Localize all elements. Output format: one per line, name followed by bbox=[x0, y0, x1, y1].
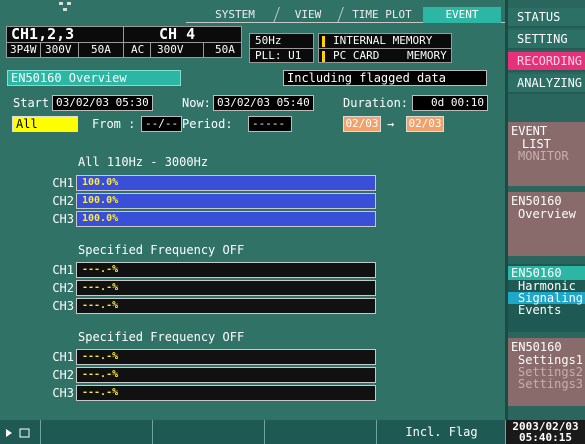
menu-recording[interactable]: RECORDING bbox=[508, 52, 585, 72]
network-icon bbox=[58, 2, 72, 12]
date-to-badge[interactable]: 02/03 bbox=[406, 116, 444, 132]
event-filter-select[interactable]: All bbox=[12, 116, 78, 132]
en50160-overview-button[interactable]: EN50160 Overview bbox=[508, 192, 585, 256]
menu-setting[interactable]: SETTING bbox=[508, 30, 585, 50]
tab-view[interactable]: VIEW bbox=[282, 7, 334, 23]
duration-label: Duration: bbox=[343, 96, 409, 110]
tab-system[interactable]: SYSTEM bbox=[200, 7, 270, 23]
start-label: Start: bbox=[13, 96, 57, 110]
internal-memory-label: INTERNAL MEMORY bbox=[333, 34, 433, 47]
section-title: Specified Frequency OFF bbox=[78, 330, 245, 344]
function-key-4[interactable] bbox=[264, 420, 376, 444]
en50160-header: EN50160 bbox=[508, 266, 585, 280]
pc-card-memory-label: MEMORY bbox=[407, 49, 447, 62]
pc-card-label: PC CARD bbox=[333, 49, 380, 62]
from-label: From : bbox=[92, 117, 136, 131]
channel-wiring-panel: CH1,2,3 CH 4 3P4W 300V 50A AC 300V 50A bbox=[6, 26, 242, 58]
ch123-voltage-range: 300V bbox=[45, 43, 72, 56]
date-from-badge[interactable]: 02/03 bbox=[343, 116, 381, 132]
signaling-bar: ---.-% bbox=[76, 262, 376, 278]
menu-analyzing[interactable]: ANALYZING bbox=[508, 74, 585, 94]
bar-value: 100.0% bbox=[82, 195, 119, 206]
bar-value: 100.0% bbox=[82, 177, 119, 188]
pll-source: PLL: U1 bbox=[255, 49, 302, 62]
signaling-bar: ---.-% bbox=[76, 280, 376, 296]
bar-value: ---.-% bbox=[82, 387, 119, 398]
bar-value: ---.-% bbox=[82, 369, 119, 380]
from-value: --/-- bbox=[141, 116, 183, 132]
channel-label: CH2 bbox=[52, 368, 74, 382]
event-list-button[interactable]: EVENT LIST MONITOR bbox=[508, 122, 585, 186]
section-title: Specified Frequency OFF bbox=[78, 243, 245, 257]
section-title: All 110Hz - 3000Hz bbox=[78, 155, 209, 169]
bar-value: 100.0% bbox=[82, 213, 119, 224]
main-screen: SYSTEM VIEW TIME PLOT EVENT CH1,2,3 CH 4… bbox=[0, 0, 506, 420]
channel-label: CH1 bbox=[52, 176, 74, 190]
page-title: EN50160 Overview bbox=[7, 70, 181, 86]
now-time: 03/02/03 05:40 bbox=[213, 95, 314, 111]
period-label: Period: bbox=[182, 117, 233, 131]
en50160-harmonic-button[interactable]: EN50160 Harmonic Signaling Events bbox=[508, 264, 585, 332]
en50160-header: EN50160 bbox=[511, 194, 562, 208]
bar-value: ---.-% bbox=[82, 264, 119, 275]
frequency-panel: 50Hz PLL: U1 bbox=[249, 33, 314, 63]
memory-panel: INTERNAL MEMORY PC CARD MEMORY bbox=[318, 33, 452, 63]
channel-label: CH2 bbox=[52, 194, 74, 208]
event-monitor-label: MONITOR bbox=[518, 149, 569, 163]
channel-label: CH3 bbox=[52, 386, 74, 400]
function-key-2[interactable] bbox=[40, 420, 152, 444]
event-header: EVENT bbox=[511, 124, 548, 138]
ch123-current-range: 50A bbox=[91, 43, 111, 56]
channel-label: CH1 bbox=[52, 350, 74, 364]
bar-value: ---.-% bbox=[82, 351, 119, 362]
tab-time-plot[interactable]: TIME PLOT bbox=[346, 7, 418, 23]
start-time: 03/02/03 05:30 bbox=[52, 95, 153, 111]
channel-label: CH2 bbox=[52, 281, 74, 295]
en50160-settings-button[interactable]: EN50160 Settings1 Settings2 Settings3 bbox=[508, 338, 585, 406]
function-key-3[interactable] bbox=[152, 420, 264, 444]
flagged-data-indicator: Including flagged data bbox=[283, 70, 487, 86]
tab-event[interactable]: EVENT bbox=[423, 7, 501, 23]
signaling-bar: ---.-% bbox=[76, 349, 376, 365]
overview-label: Overview bbox=[518, 207, 576, 221]
signaling-bar: ---.-% bbox=[76, 385, 376, 401]
menu-status[interactable]: STATUS bbox=[508, 8, 585, 28]
signaling-bar: ---.-% bbox=[76, 298, 376, 314]
events-label: Events bbox=[518, 303, 562, 317]
date-arrow: → bbox=[387, 117, 395, 131]
now-label: Now: bbox=[182, 96, 211, 110]
signaling-bar: 100.0% bbox=[76, 211, 376, 227]
channel-label: CH3 bbox=[52, 212, 74, 226]
en50160-header: EN50160 bbox=[511, 340, 562, 354]
clock-time: 05:40:15 bbox=[519, 431, 572, 444]
channel-label: CH1 bbox=[52, 263, 74, 277]
signaling-bar: ---.-% bbox=[76, 367, 376, 383]
duration-value: 0d 00:10 bbox=[412, 95, 488, 111]
function-key-bar: Incl. Flag 2003/02/03 05:40:15 bbox=[0, 420, 585, 444]
ch4-coupling: AC bbox=[131, 43, 145, 56]
bar-value: ---.-% bbox=[82, 282, 119, 293]
period-value: ----- bbox=[248, 116, 292, 132]
clock: 2003/02/03 05:40:15 bbox=[505, 420, 585, 444]
play-icon[interactable] bbox=[0, 420, 40, 444]
incl-flag-button[interactable]: Incl. Flag bbox=[376, 420, 506, 444]
settings3-label: Settings3 bbox=[518, 377, 584, 391]
bar-value: ---.-% bbox=[82, 300, 119, 311]
ch4-current-range: 50A bbox=[215, 43, 235, 56]
signaling-bar: 100.0% bbox=[76, 193, 376, 209]
signaling-bar: 100.0% bbox=[76, 175, 376, 191]
frequency-value: 50Hz bbox=[255, 34, 282, 47]
channel-label: CH3 bbox=[52, 299, 74, 313]
connection-type: 3P4W bbox=[10, 43, 37, 56]
ch4-voltage-range: 300V bbox=[157, 43, 184, 56]
